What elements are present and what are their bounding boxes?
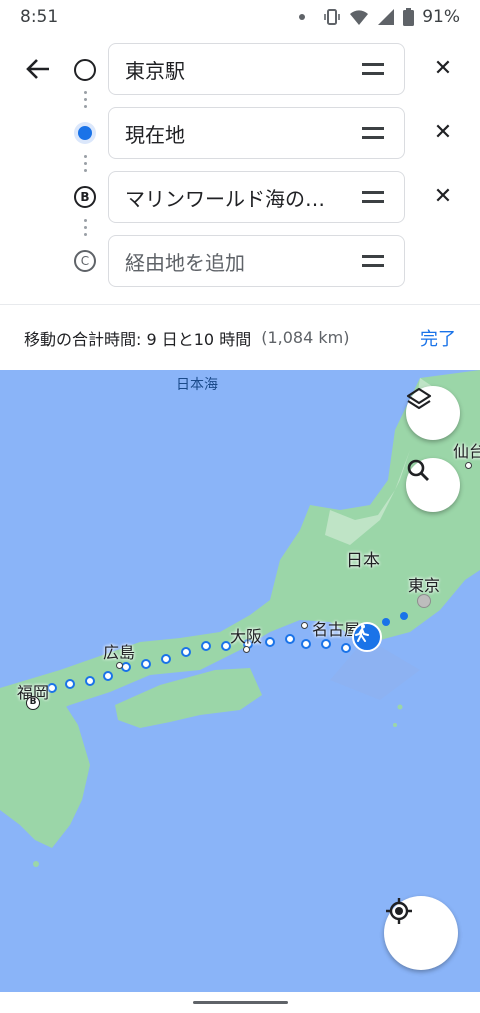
back-button[interactable] [18,54,58,84]
city-label-osaka: 大阪 [230,627,263,646]
route-connector [84,155,87,172]
map-view[interactable]: 日本海 仙台 日本 東京 名古屋 大阪 広島 福岡 B [0,370,480,992]
layers-button[interactable] [406,386,460,440]
route-editor: 東京駅 ✕ 現在地 ✕ B マリンワールド海の… ✕ C 経由地を追加 [0,34,480,304]
city-dot-sendai [465,462,472,469]
waypoint-b-icon: B [72,184,98,210]
notification-dot-icon [299,14,306,20]
signal-icon [378,9,395,25]
waypoint-label: マリンワールド海の… [125,186,325,211]
waypoint-field-origin[interactable]: 東京駅 [108,43,405,95]
city-label-hiroshima: 広島 [103,643,136,662]
status-time: 8:51 [20,7,59,27]
status-icons: 91% [299,7,460,27]
add-stop-field[interactable]: 経由地を追加 [108,235,405,287]
remove-waypoint-current[interactable]: ✕ [432,122,454,144]
city-dot-nagoya [301,622,308,629]
add-stop-placeholder: 経由地を追加 [125,250,245,275]
home-gesture-pill[interactable] [193,1001,288,1004]
waypoint-field-current[interactable]: 現在地 [108,107,405,159]
vibrate-icon [324,9,341,25]
drag-handle-icon[interactable] [362,127,384,139]
route-connector [84,219,87,236]
route-connector [84,91,87,108]
walking-person-icon [352,622,382,652]
layers-icon [406,387,432,410]
city-dot-osaka [243,646,250,653]
waypoint-c-icon: C [72,248,98,274]
battery-icon [403,8,415,26]
sea-label: 日本海 [176,377,218,393]
remove-waypoint-origin[interactable]: ✕ [432,58,454,80]
trip-summary: 移動の合計時間: 9 日と10 時間 (1,084 km) 完了 [0,305,480,370]
tokyo-marker [417,594,431,608]
waypoint-label: 現在地 [125,122,185,147]
waypoint-field-destination[interactable]: マリンワールド海の… [108,171,405,223]
my-location-button[interactable] [384,896,458,970]
drag-handle-icon[interactable] [362,191,384,203]
destination-b-marker[interactable]: B [26,696,40,710]
battery-percent: 91% [422,7,460,27]
country-label-japan: 日本 [346,551,380,571]
system-nav-bar [0,992,480,1013]
total-distance: (1,084 km) [261,328,350,347]
search-icon [407,459,429,481]
my-location-icon [386,898,412,924]
origin-circle-icon [72,57,98,83]
arrow-left-icon [26,59,49,79]
city-dot-hiroshima [116,662,123,669]
drag-handle-icon[interactable] [362,63,384,75]
waypoint-label: 東京駅 [125,58,185,83]
city-label-sendai: 仙台 [453,442,480,461]
current-location-icon [72,120,98,146]
search-along-route-button[interactable] [406,458,460,512]
city-label-tokyo: 東京 [408,576,441,595]
total-travel-time: 移動の合計時間: 9 日と10 時間 [24,329,252,349]
done-button[interactable]: 完了 [420,325,456,351]
wifi-icon [350,10,369,25]
drag-handle-icon[interactable] [362,255,384,267]
remove-waypoint-destination[interactable]: ✕ [432,186,454,208]
status-bar: 8:51 91% [0,0,480,34]
